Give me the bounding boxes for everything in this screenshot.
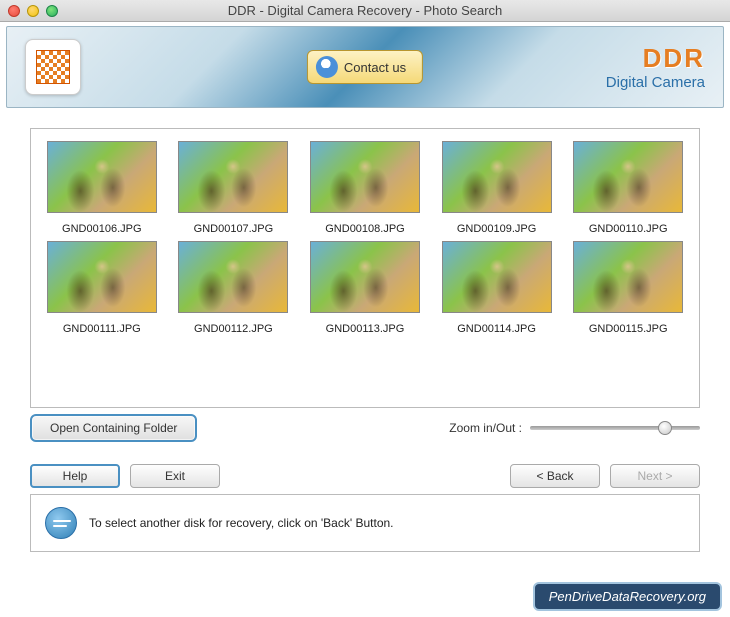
thumbnail-item[interactable]: GND00110.JPG [563,141,693,235]
thumbnail-filename: GND00112.JPG [194,323,273,335]
thumbnail-image [442,141,552,213]
brand-block: DDR Digital Camera [606,43,705,91]
thumbnail-item[interactable]: GND00115.JPG [563,241,693,335]
thumbnail-filename: GND00107.JPG [194,223,273,235]
thumbnail-filename: GND00106.JPG [62,223,141,235]
thumbnail-item[interactable]: GND00111.JPG [37,241,167,335]
thumbnail-image [310,241,420,313]
zoom-slider[interactable] [530,426,700,430]
help-button[interactable]: Help [30,464,120,488]
thumbnail-filename: GND00110.JPG [589,223,668,235]
thumbnail-image [47,141,157,213]
thumbnail-item[interactable]: GND00106.JPG [37,141,167,235]
back-button[interactable]: < Back [510,464,600,488]
person-icon [316,56,338,78]
thumbnail-filename: GND00114.JPG [457,323,536,335]
open-containing-folder-button[interactable]: Open Containing Folder [30,414,197,442]
contact-us-button[interactable]: Contact us [307,50,423,84]
thumbnail-image [178,141,288,213]
nav-row: Help Exit < Back Next > [30,464,700,488]
zoom-control: Zoom in/Out : [449,421,700,435]
contact-us-label: Contact us [344,60,406,75]
thumbnail-filename: GND00115.JPG [589,323,668,335]
app-logo-icon [36,50,70,84]
thumbnail-image [573,141,683,213]
thumbnail-image [573,241,683,313]
app-logo [25,39,81,95]
thumbnail-item[interactable]: GND00107.JPG [169,141,299,235]
hint-box: To select another disk for recovery, cli… [30,494,700,552]
exit-button[interactable]: Exit [130,464,220,488]
thumbnail-item[interactable]: GND00114.JPG [432,241,562,335]
thumbnail-filename: GND00109.JPG [457,223,536,235]
below-thumbs-row: Open Containing Folder Zoom in/Out : [30,414,700,442]
thumbnail-filename: GND00108.JPG [325,223,404,235]
watermark-badge: PenDriveDataRecovery.org [533,582,722,611]
thumbnail-item[interactable]: GND00108.JPG [300,141,430,235]
speech-bubble-icon [45,507,77,539]
zoom-slider-thumb[interactable] [658,421,672,435]
brand-main: DDR [606,43,705,74]
zoom-label: Zoom in/Out : [449,421,522,435]
thumbnails-panel[interactable]: GND00106.JPG GND00107.JPG GND00108.JPG G… [30,128,700,408]
thumbnail-image [47,241,157,313]
window-title: DDR - Digital Camera Recovery - Photo Se… [0,3,730,18]
main-area: GND00106.JPG GND00107.JPG GND00108.JPG G… [30,128,700,442]
thumbnail-item[interactable]: GND00109.JPG [432,141,562,235]
thumbnail-filename: GND00113.JPG [326,323,405,335]
titlebar: DDR - Digital Camera Recovery - Photo Se… [0,0,730,22]
thumbnail-filename: GND00111.JPG [63,323,141,335]
thumbnail-image [178,241,288,313]
thumbnail-image [442,241,552,313]
hint-text: To select another disk for recovery, cli… [89,516,394,530]
thumbnail-item[interactable]: GND00113.JPG [300,241,430,335]
thumbnail-image [310,141,420,213]
header-banner: Contact us DDR Digital Camera [6,26,724,108]
brand-sub: Digital Camera [606,74,705,91]
next-button: Next > [610,464,700,488]
thumbnails-grid: GND00106.JPG GND00107.JPG GND00108.JPG G… [37,141,693,335]
thumbnail-item[interactable]: GND00112.JPG [169,241,299,335]
